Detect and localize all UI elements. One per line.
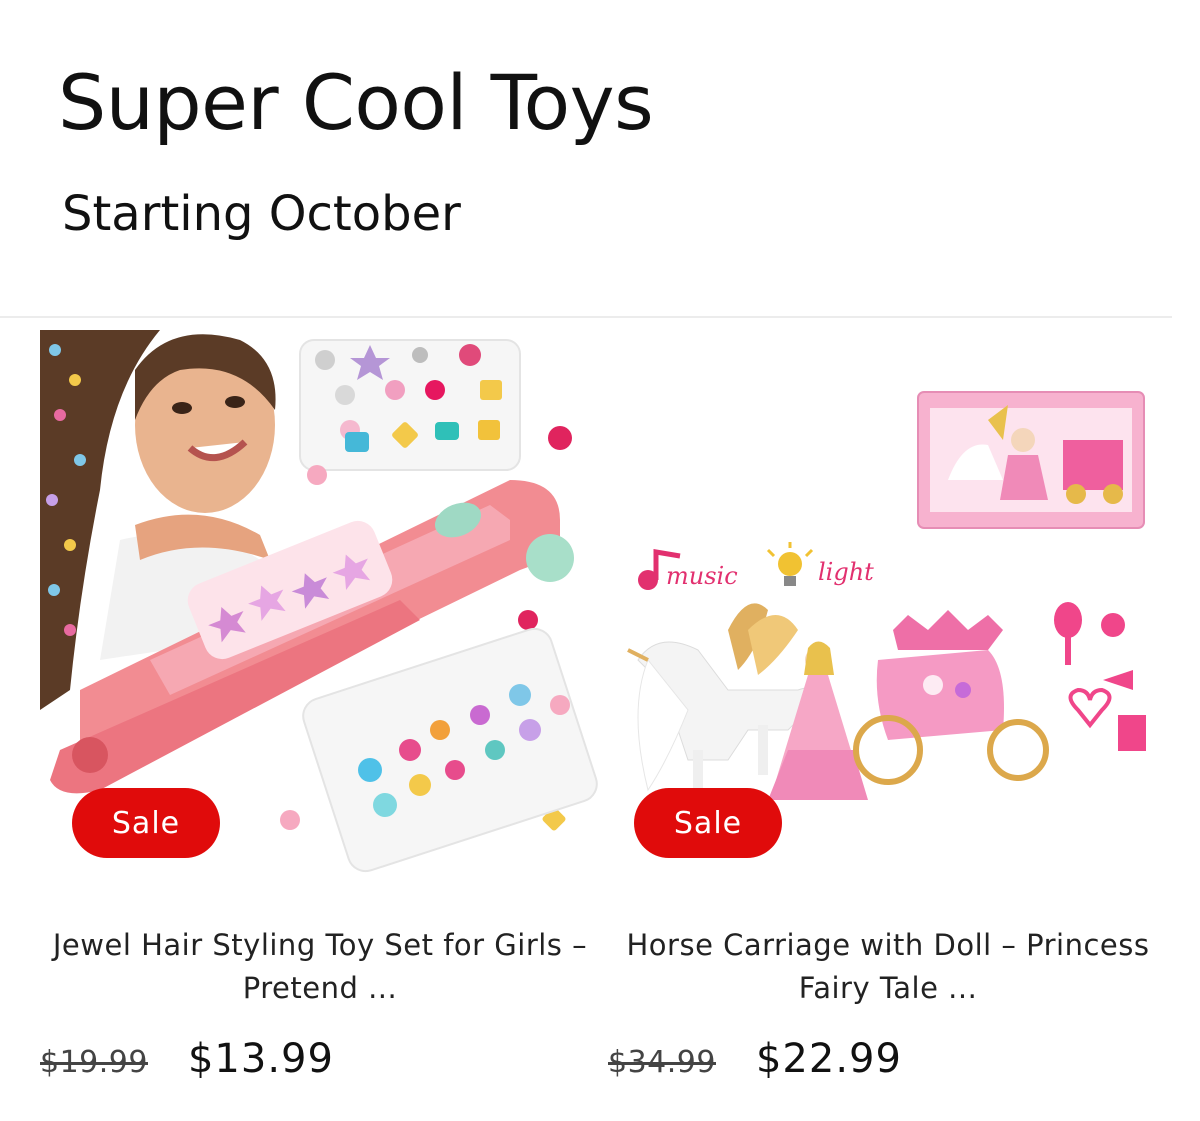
sale-badge: Sale: [634, 788, 782, 858]
light-label: light: [818, 558, 874, 586]
product-card[interactable]: music light Sale Horse Carriage with Dol…: [608, 330, 1168, 1120]
price-row: $34.99 $22.99: [608, 1036, 902, 1082]
product-title-link[interactable]: Horse Carriage with Doll – Princess Fair…: [598, 924, 1178, 1010]
price-original: $34.99: [608, 1045, 716, 1080]
price-row: $19.99 $13.99: [40, 1036, 334, 1082]
divider: [0, 316, 1172, 318]
price-original: $19.99: [40, 1045, 148, 1080]
sale-badge: Sale: [72, 788, 220, 858]
page-title: Super Cool Toys: [58, 58, 654, 147]
lightbulb-icon: [766, 542, 814, 586]
price-sale: $22.99: [755, 1036, 902, 1082]
price-sale: $13.99: [187, 1036, 334, 1082]
product-card[interactable]: Sale Jewel Hair Styling Toy Set for Girl…: [40, 330, 600, 1120]
page-subtitle: Starting October: [62, 186, 461, 242]
music-label: music: [666, 562, 738, 590]
product-title-link[interactable]: Jewel Hair Styling Toy Set for Girls – P…: [30, 924, 610, 1010]
